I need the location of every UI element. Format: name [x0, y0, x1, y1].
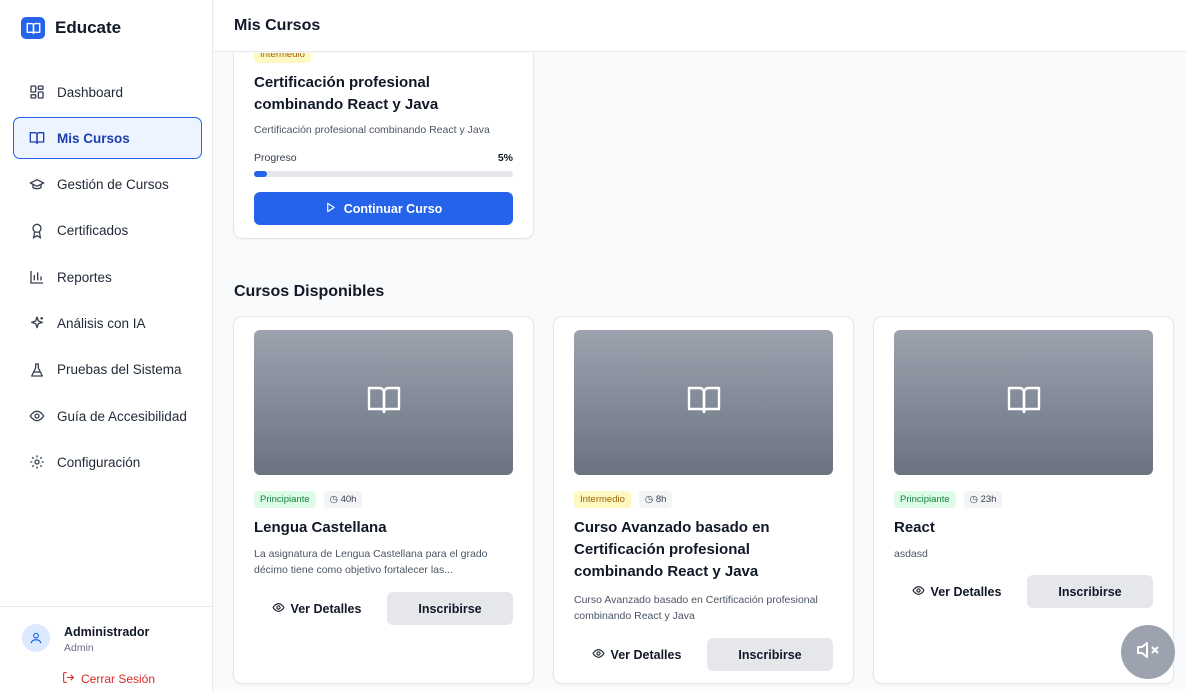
logout-icon	[62, 671, 75, 687]
sidebar-item-label: Dashboard	[57, 84, 124, 100]
view-details-button[interactable]: Ver Detalles	[894, 575, 1019, 608]
page-title: Mis Cursos	[234, 17, 321, 34]
course-card: Principiante ◷ 40h Lengua Castellana La …	[233, 316, 534, 684]
sparkles-icon	[28, 314, 46, 332]
user-name: Administrador	[64, 625, 150, 639]
course-thumbnail	[254, 330, 513, 475]
continue-course-button[interactable]: Continuar Curso	[254, 192, 513, 225]
sidebar-item-analisis-ia[interactable]: Análisis con IA	[13, 302, 202, 344]
level-badge: Principiante	[894, 491, 956, 508]
sidebar-item-label: Guía de Accesibilidad	[57, 408, 187, 424]
book-icon	[21, 17, 45, 39]
book-icon	[366, 385, 402, 420]
course-title: Certificación profesional combinando Rea…	[254, 74, 439, 113]
duration-value: 23h	[980, 494, 997, 505]
duration-value: 8h	[655, 494, 667, 505]
user-role: Admin	[64, 642, 94, 654]
eye-icon	[592, 647, 605, 663]
course-description: Certificación profesional combinando Rea…	[254, 124, 490, 136]
enroll-button[interactable]: Inscribirse	[1027, 575, 1153, 608]
course-thumbnail	[894, 330, 1153, 475]
sidebar-nav: Dashboard Mis Cursos Gestión de Cursos C…	[13, 71, 202, 488]
course-card: Intermedio ◷ 8h Curso Avanzado basado en…	[553, 316, 854, 684]
progress-bar	[254, 171, 513, 177]
user-panel: Administrador Admin Cerrar Sesión	[0, 606, 213, 686]
eye-icon	[28, 407, 46, 425]
sidebar-item-label: Gestión de Cursos	[57, 177, 169, 193]
sidebar-item-accesibilidad[interactable]: Guía de Accesibilidad	[13, 395, 202, 437]
sidebar: Educate Dashboard Mis Cursos Gestión de …	[0, 0, 213, 691]
enroll-button[interactable]: Inscribirse	[387, 592, 513, 625]
sidebar-item-reportes[interactable]: Reportes	[13, 256, 202, 298]
view-details-label: Ver Detalles	[930, 584, 1002, 599]
sidebar-item-dashboard[interactable]: Dashboard	[13, 71, 202, 113]
continue-course-label: Continuar Curso	[343, 201, 443, 216]
duration-badge: ◷ 23h	[963, 491, 1003, 508]
level-badge: Principiante	[254, 491, 316, 508]
view-details-button[interactable]: Ver Detalles	[574, 638, 699, 671]
enroll-label: Inscribirse	[1058, 584, 1122, 599]
duration-value: 40h	[340, 494, 357, 505]
enrolled-course-card: Intermedio Certificación profesional com…	[233, 53, 534, 239]
sidebar-item-certificados[interactable]: Certificados	[13, 210, 202, 252]
eye-icon	[272, 601, 285, 617]
view-details-button[interactable]: Ver Detalles	[254, 592, 379, 625]
sidebar-item-configuracion[interactable]: Configuración	[13, 441, 202, 483]
section-title: Cursos Disponibles	[234, 283, 385, 300]
brand-name: Educate	[55, 18, 122, 37]
avatar[interactable]	[22, 624, 50, 652]
play-icon	[325, 202, 336, 216]
course-card: Principiante ◷ 23h React asdasd Ver Deta…	[873, 316, 1174, 684]
brand[interactable]: Educate	[21, 17, 121, 39]
duration-badge: ◷ 40h	[323, 491, 363, 508]
view-details-label: Ver Detalles	[610, 647, 682, 662]
main-content: Intermedio Certificación profesional com…	[214, 53, 1186, 691]
course-title: Lengua Castellana	[254, 519, 387, 536]
enroll-label: Inscribirse	[418, 601, 482, 616]
view-details-label: Ver Detalles	[290, 601, 362, 616]
logout-label: Cerrar Sesión	[81, 672, 156, 686]
volume-mute-icon	[1136, 638, 1160, 667]
duration-badge: ◷ 8h	[638, 491, 673, 508]
sidebar-item-label: Análisis con IA	[57, 315, 146, 331]
progress-label: Progreso	[254, 152, 297, 164]
top-bar: Mis Cursos	[214, 0, 1186, 52]
sidebar-item-gestion-cursos[interactable]: Gestión de Cursos	[13, 164, 202, 206]
mute-audio-button[interactable]	[1121, 625, 1175, 679]
sidebar-item-label: Reportes	[57, 269, 112, 285]
enroll-button[interactable]: Inscribirse	[707, 638, 833, 671]
sidebar-item-label: Mis Cursos	[57, 130, 130, 146]
flask-icon	[28, 361, 46, 379]
enroll-label: Inscribirse	[738, 647, 802, 662]
course-badges: Principiante ◷ 23h	[894, 491, 1003, 508]
course-description: Curso Avanzado basado en Certificación p…	[574, 594, 818, 622]
progress-fill	[254, 171, 267, 177]
sidebar-item-mis-cursos[interactable]: Mis Cursos	[13, 117, 202, 160]
sidebar-item-label: Configuración	[57, 454, 141, 470]
book-icon	[686, 385, 722, 420]
sidebar-item-label: Certificados	[57, 223, 129, 239]
course-title: React	[894, 519, 935, 536]
level-badge: Intermedio	[574, 491, 631, 508]
course-description: asdasd	[894, 548, 928, 560]
gear-icon	[28, 453, 46, 471]
course-title: Curso Avanzado basado en Certificación p…	[574, 519, 770, 580]
sidebar-item-label: Pruebas del Sistema	[57, 362, 182, 378]
progress-value: 5%	[497, 152, 513, 164]
eye-icon	[912, 584, 925, 600]
course-badges: Intermedio ◷ 8h	[574, 491, 673, 508]
level-badge: Intermedio	[254, 53, 311, 63]
logout-button[interactable]: Cerrar Sesión	[62, 671, 155, 687]
course-badges: Principiante ◷ 40h	[254, 491, 363, 508]
course-description: La asignatura de Lengua Castellana para …	[254, 548, 488, 576]
grid-icon	[28, 83, 46, 101]
book-icon	[1006, 385, 1042, 420]
bar-chart-icon	[28, 268, 46, 286]
graduation-cap-icon	[28, 176, 46, 194]
book-icon	[28, 129, 46, 147]
sidebar-item-pruebas[interactable]: Pruebas del Sistema	[13, 349, 202, 391]
course-thumbnail	[574, 330, 833, 475]
award-icon	[28, 222, 46, 240]
